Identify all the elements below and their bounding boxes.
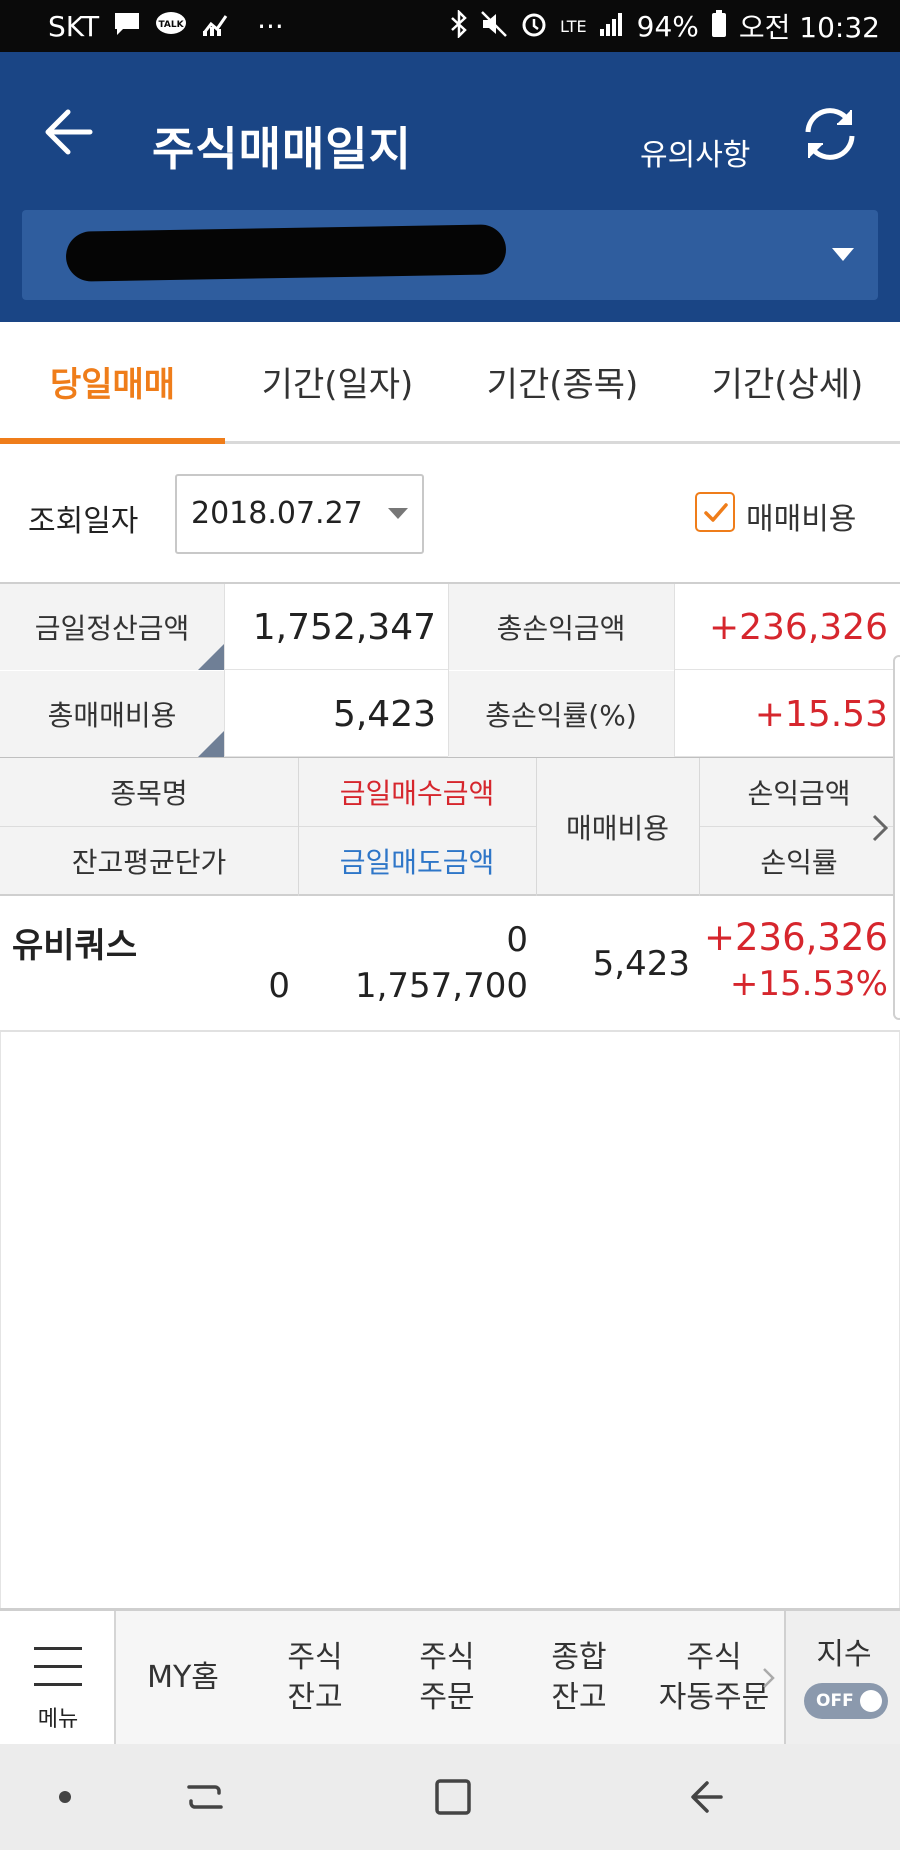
- dot-icon: [59, 1791, 71, 1803]
- list-header: 종목명 잔고평균단가 금일매수금액 금일매도금액 매매비용 손익금액 손익률: [0, 758, 900, 896]
- summary-table: 금일정산금액 1,752,347 총손익금액 +236,326 총매매비용 5,…: [0, 582, 900, 758]
- date-caret-icon: [388, 508, 408, 519]
- nav-my-home[interactable]: MY홈: [118, 1611, 248, 1744]
- corner-indicator: [198, 644, 224, 670]
- stock-name: 유비쿼스: [12, 926, 138, 966]
- scroll-handle[interactable]: [893, 655, 900, 1020]
- signal-icon: [599, 11, 625, 41]
- index-toggle-panel: 지수 OFF: [784, 1611, 900, 1744]
- fee-amount: 5,423: [592, 944, 690, 984]
- carrier-label: SKT: [48, 9, 100, 43]
- notice-button[interactable]: 유의사항: [640, 130, 750, 174]
- redaction-mark: [65, 224, 507, 282]
- total-fee-value: 5,423: [332, 693, 436, 735]
- back-system-icon: [691, 1781, 723, 1813]
- total-rate-label: 총손익률(%): [448, 671, 674, 757]
- nav-stock-balance[interactable]: 주식 잔고: [250, 1611, 380, 1744]
- mute-icon: [480, 10, 508, 42]
- settlement-value: 1,752,347: [252, 606, 436, 648]
- sell-amount: 1,757,700: [354, 966, 528, 1006]
- pl-rate: +15.53%: [729, 964, 888, 1004]
- account-select[interactable]: I: [22, 210, 878, 300]
- hamburger-icon: [34, 1647, 82, 1687]
- settlement-label: 금일정산금액: [0, 584, 224, 670]
- date-select[interactable]: 2018.07.27: [175, 474, 424, 554]
- divider: [699, 758, 700, 896]
- header-sell-amount: 금일매도금액: [339, 846, 495, 879]
- battery-icon: [711, 10, 727, 42]
- battery-percent: 94%: [636, 9, 699, 43]
- nav-stock-order[interactable]: 주식 주문: [382, 1611, 512, 1744]
- network-label: LTE: [560, 16, 587, 36]
- avg-price: 0: [268, 966, 290, 1006]
- total-pl-label: 총손익금액: [448, 584, 674, 670]
- chevron-right-icon: [763, 1668, 775, 1688]
- kakao-badge-text: TALK: [159, 20, 185, 30]
- alarm-icon: [520, 10, 548, 42]
- checkmark-icon: [704, 503, 728, 522]
- date-value: 2018.07.27: [191, 496, 363, 531]
- fee-checkbox[interactable]: [695, 492, 735, 532]
- back-arrow-icon: [45, 109, 93, 155]
- back-system-button[interactable]: [662, 1744, 752, 1850]
- tab-period-date[interactable]: 기간(일자): [225, 322, 450, 441]
- header-avg-price: 잔고평균단가: [71, 846, 227, 879]
- header-buy-amount: 금일매수금액: [339, 777, 495, 810]
- status-bar: SKT TALK ··· LTE 94% 오전 10:32: [0, 0, 900, 52]
- nav-scroll-right-button[interactable]: [758, 1663, 778, 1693]
- system-nav-bar: [0, 1744, 900, 1850]
- clock: 오전 10:32: [738, 11, 880, 44]
- divider: [0, 826, 536, 827]
- tab-today-trades[interactable]: 당일매매: [0, 322, 225, 444]
- kakaotalk-icon: TALK: [155, 11, 187, 41]
- total-pl-value: +236,326: [708, 606, 888, 648]
- refresh-button[interactable]: [798, 102, 862, 166]
- nav-total-balance[interactable]: 종합 잔고: [514, 1611, 644, 1744]
- buy-amount: 0: [506, 920, 528, 960]
- divider: [448, 584, 449, 756]
- recent-apps-button[interactable]: [160, 1744, 250, 1850]
- index-label: 지수: [816, 1637, 872, 1672]
- tab-bar: 당일매매 기간(일자) 기간(종목) 기간(상세): [0, 322, 900, 444]
- toggle-state: OFF: [816, 1691, 854, 1711]
- summary-row: 금일정산금액 1,752,347 총손익금액 +236,326: [0, 584, 900, 670]
- recent-apps-icon: [187, 1785, 223, 1809]
- divider: [224, 584, 225, 756]
- corner-indicator: [198, 731, 224, 757]
- divider: [674, 584, 675, 756]
- list-empty-area: [0, 1032, 900, 1608]
- header-fee: 매매비용: [565, 812, 670, 845]
- app-header: 주식매매일지 유의사항 I: [0, 52, 900, 322]
- divider: [298, 758, 299, 896]
- home-icon: [435, 1779, 471, 1815]
- bottom-nav: 메뉴 MY홈 주식 잔고 주식 주문 종합 잔고 주식 자동주문 지수 OFF: [0, 1608, 900, 1744]
- query-filter: 조회일자 2018.07.27 매매비용: [0, 444, 900, 582]
- header-stock-name: 종목명: [110, 777, 188, 810]
- page-title: 주식매매일지: [152, 122, 412, 176]
- tab-period-detail[interactable]: 기간(상세): [675, 322, 900, 441]
- message-icon: [113, 11, 141, 41]
- pl-amount: +236,326: [703, 916, 888, 959]
- summary-row: 총매매비용 5,423 총손익률(%) +15.53: [0, 671, 900, 757]
- bluetooth-icon: [450, 8, 468, 42]
- refresh-icon: [805, 108, 855, 160]
- back-button[interactable]: [40, 102, 100, 162]
- dropdown-caret-icon: [832, 248, 854, 261]
- table-row[interactable]: 유비쿼스 0 0 1,757,700 5,423 +236,326 +15.53…: [0, 896, 900, 1032]
- total-rate-value: +15.53: [754, 693, 888, 735]
- tab-period-stock[interactable]: 기간(종목): [450, 322, 675, 441]
- home-button[interactable]: [408, 1744, 498, 1850]
- menu-label: 메뉴: [37, 1707, 79, 1732]
- fee-checkbox-label[interactable]: 매매비용: [746, 494, 856, 538]
- menu-button[interactable]: 메뉴: [0, 1611, 116, 1744]
- total-fee-label: 총매매비용: [0, 671, 224, 757]
- toggle-knob: [860, 1690, 882, 1712]
- stocks-app-icon: [201, 11, 229, 41]
- index-toggle[interactable]: OFF: [804, 1683, 888, 1719]
- more-icon: ···: [257, 9, 284, 43]
- divider: [536, 758, 537, 896]
- system-dot-button[interactable]: [20, 1744, 110, 1850]
- date-label: 조회일자: [28, 504, 139, 539]
